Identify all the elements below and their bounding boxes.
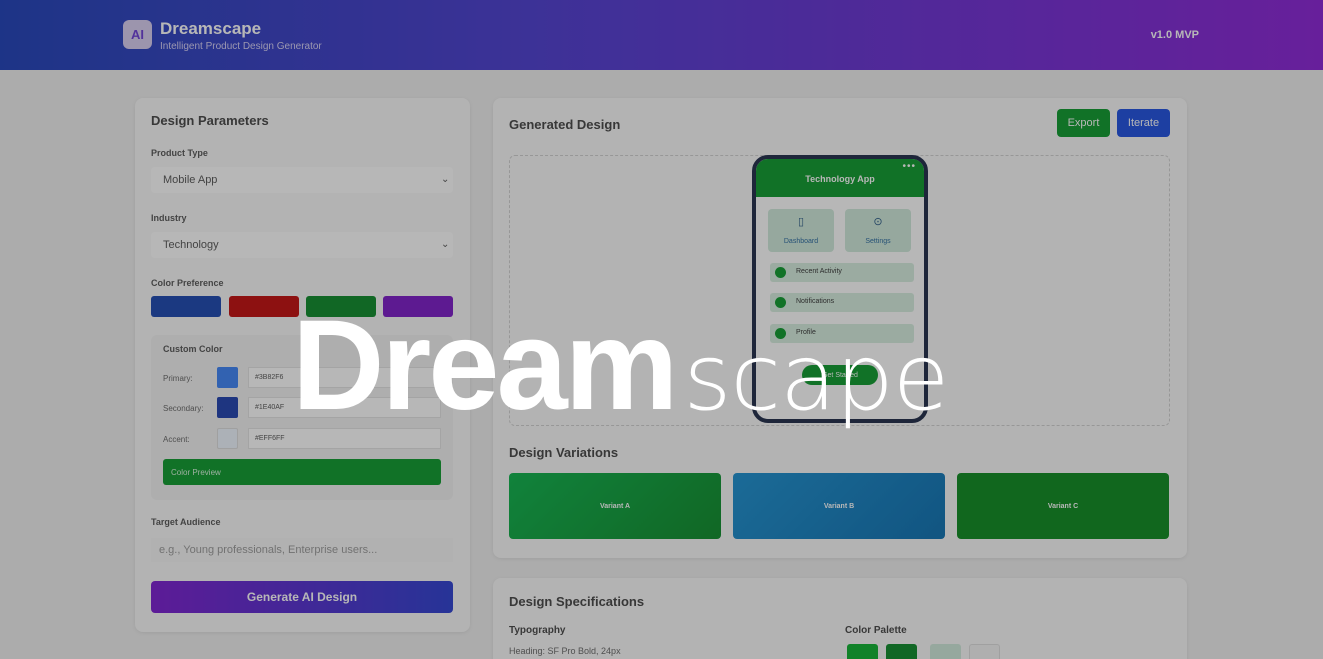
brand-wordmark-bold: Dream xyxy=(292,294,678,437)
brand-wordmark-light: scape xyxy=(683,324,949,431)
brand-wordmark: Dreamscape xyxy=(292,292,949,439)
